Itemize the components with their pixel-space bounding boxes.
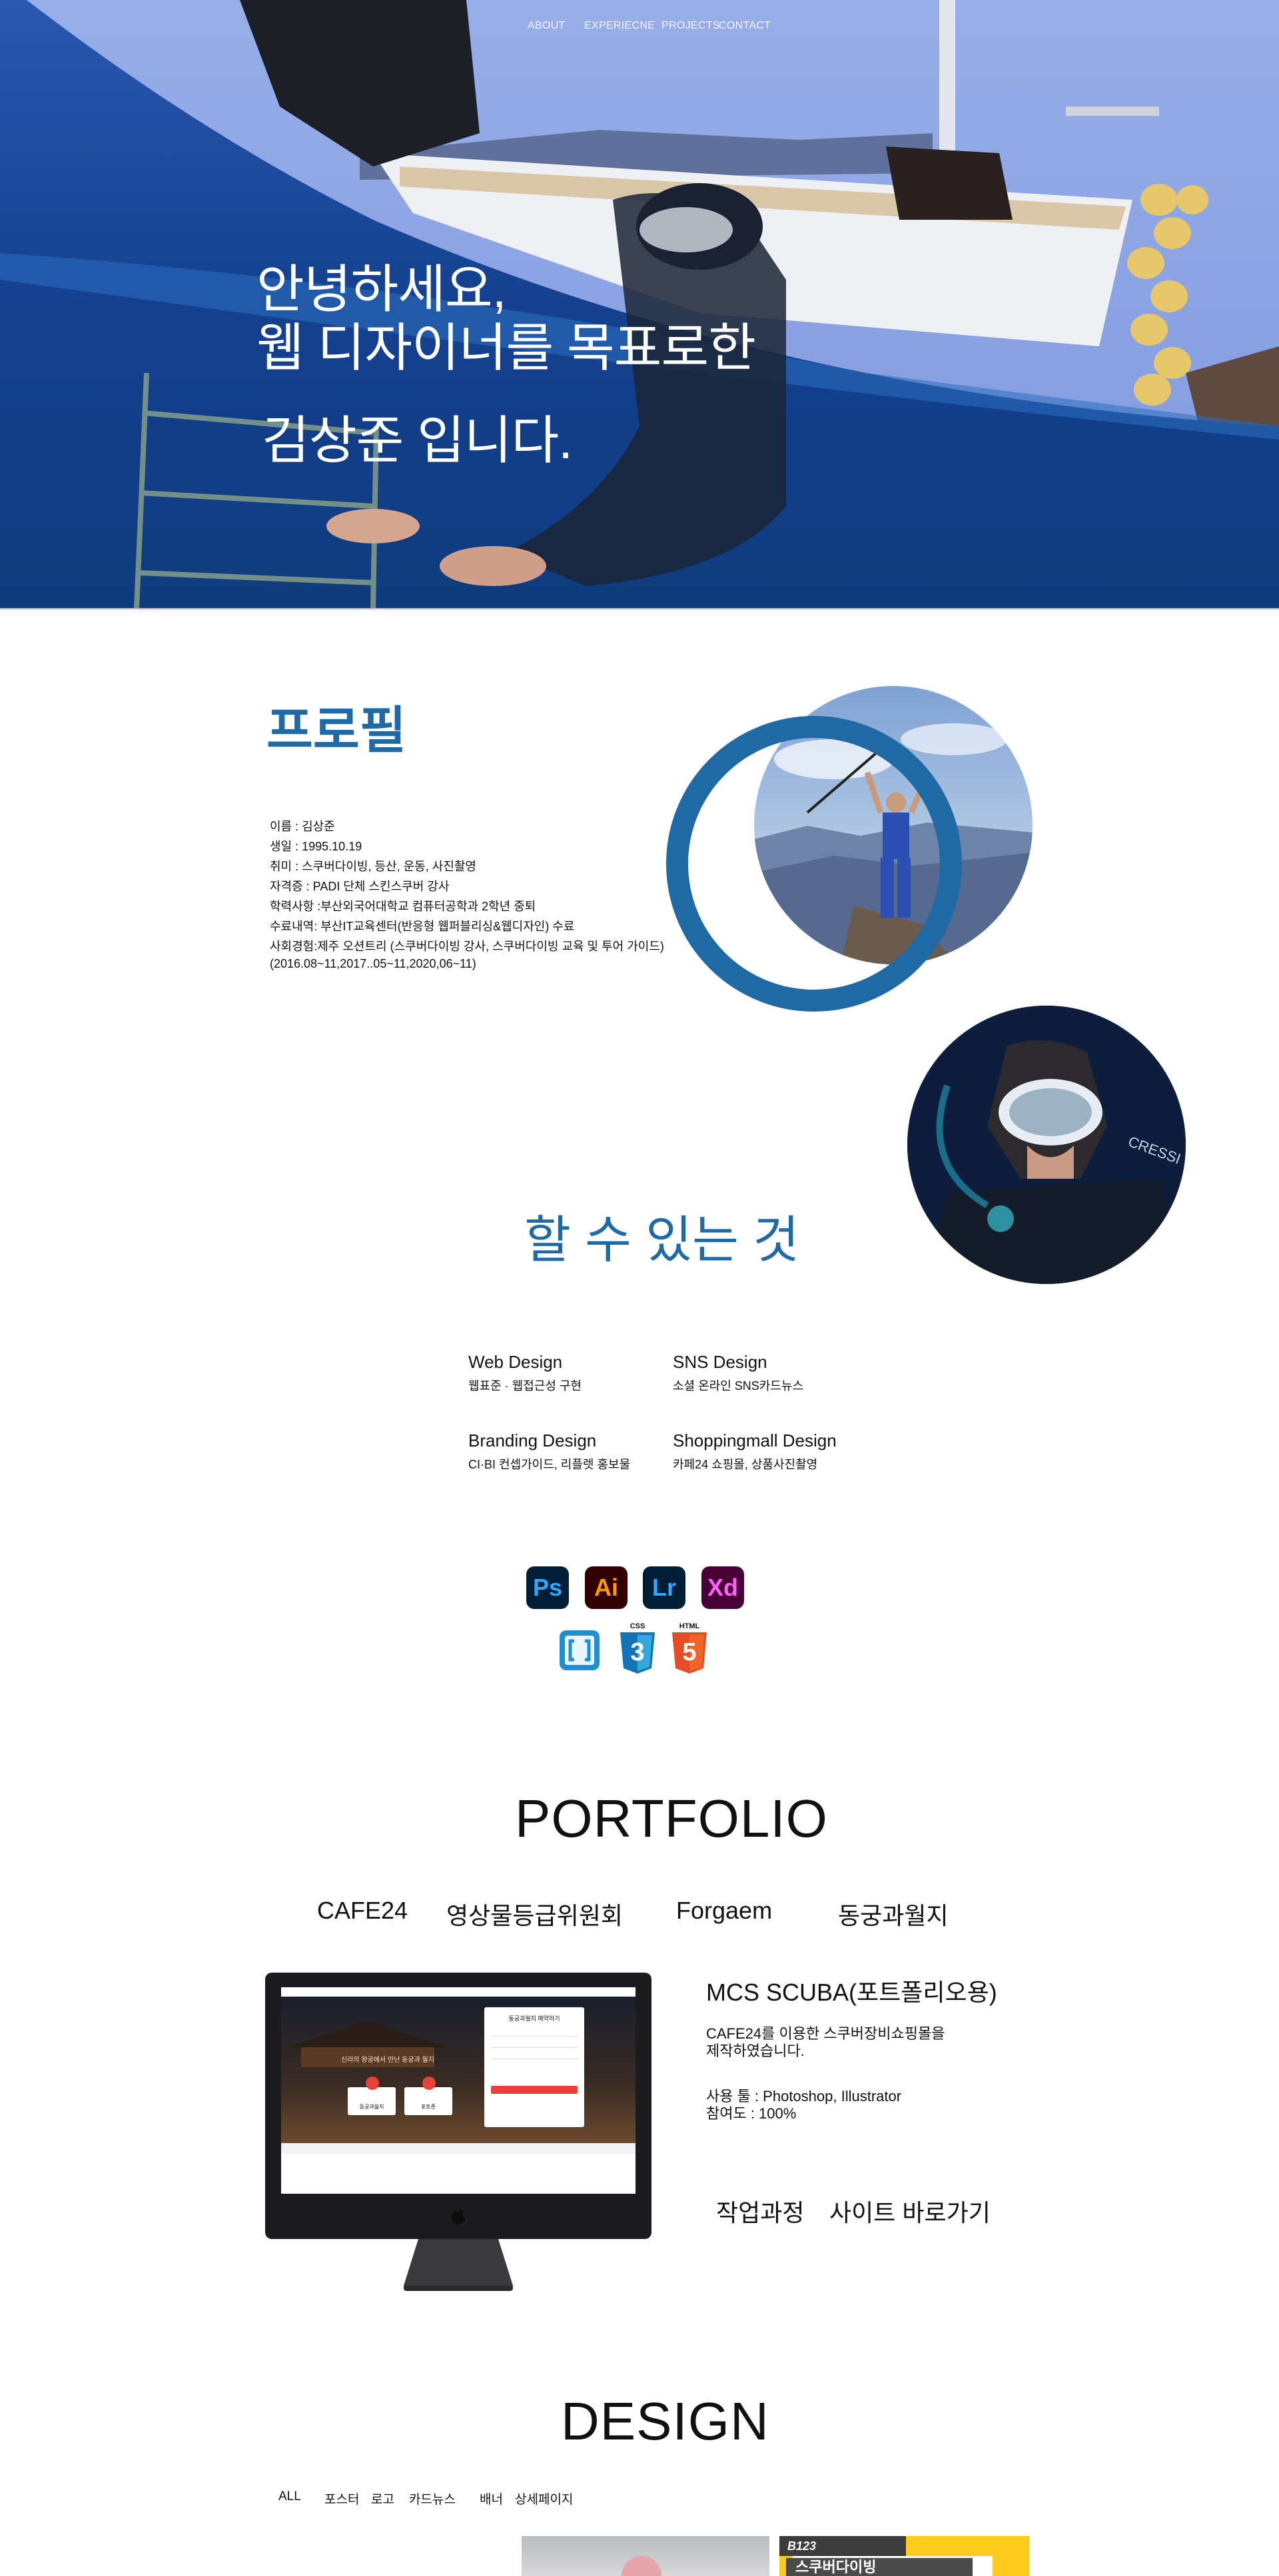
skill-sns-design-title: SNS Design: [673, 1352, 767, 1372]
profile-license: 자격증 : PADI 단체 스킨스쿠버 강사: [270, 880, 450, 893]
hero-divider: [0, 608, 1279, 609]
decorative-ring: [666, 716, 962, 1012]
mock-card-2: 포토존: [404, 2087, 452, 2115]
profile-education: 학력사항 :부산외국어대학교 컴퓨터공학과 2학년 중퇴: [270, 900, 536, 913]
html5-number: 5: [682, 1638, 697, 1666]
design-title: DESIGN: [561, 2392, 769, 2451]
portfolio-tab-cafe24[interactable]: CAFE24: [317, 1897, 408, 1925]
apple-logo-icon: [450, 2207, 467, 2226]
profile-diver-photo: CRESSI: [907, 1006, 1186, 1284]
profile-birthday: 생일 : 1995.10.19: [270, 840, 362, 853]
project-participation: 참여도 : 100%: [706, 2105, 797, 2122]
portfolio-site-preview[interactable]: 신라의 왕궁에서 만난 동궁과 월지 동궁과월지 포토존 동궁과월지 예약하기: [281, 1987, 636, 2194]
mock-reservation-form: 동궁과월지 예약하기: [484, 2007, 584, 2127]
mock-card-1: 동궁과월지: [348, 2087, 396, 2115]
monitor-stand: [404, 2239, 513, 2291]
nav-contact[interactable]: CONTACT: [719, 20, 771, 32]
brackets-icon: [558, 1629, 601, 1672]
skill-shoppingmall-title: Shoppingmall Design: [673, 1431, 837, 1450]
nav-about[interactable]: ABOUT: [528, 20, 566, 32]
skill-branding-desc: CI·BI 컨셉가이드, 리플렛 홍보물: [468, 1458, 631, 1471]
hero-underwater-photo: [0, 0, 1279, 609]
portfolio-tab-donggung[interactable]: 동궁과월지: [838, 1897, 949, 1931]
profile-title: 프로필: [266, 703, 406, 759]
css3-number: 3: [630, 1638, 645, 1666]
thumb-tag: B123: [787, 2539, 817, 2553]
css3-label: CSS: [630, 1622, 645, 1630]
profile-experience: 사회경험:제주 오션트리 (스쿠버다이빙 강사, 스쿠버다이빙 교육 및 투어 …: [270, 940, 664, 953]
portfolio-monitor-mockup: 신라의 왕궁에서 만난 동궁과 월지 동궁과월지 포토존 동궁과월지 예약하기: [265, 1973, 651, 2239]
design-thumbnail-2[interactable]: B123 스쿠버다이빙: [779, 2536, 1029, 2576]
project-title: MCS SCUBA(포트폴리오용): [706, 1979, 997, 2006]
skill-sns-design-desc: 소셜 온라인 SNS카드뉴스: [673, 1379, 804, 1393]
skill-shoppingmall-desc: 카페24 쇼핑몰, 상품사진촬영: [673, 1458, 818, 1471]
photoshop-icon: Ps: [526, 1566, 569, 1609]
portfolio-title: PORTFOLIO: [515, 1789, 828, 1848]
profile-hobby: 취미 : 스쿠버다이빙, 등산, 운동, 사진촬영: [270, 860, 476, 873]
skill-branding-title: Branding Design: [468, 1431, 597, 1450]
nav-experience[interactable]: EXPERIECNE: [584, 20, 655, 32]
mock-hero-text: 신라의 왕궁에서 만난 동궁과 월지: [341, 2057, 434, 2064]
skills-title: 할 수 있는 것: [524, 1212, 799, 1269]
portfolio-tab-rating-board[interactable]: 영상물등급위원회: [446, 1897, 623, 1931]
profile-training: 수료내역: 부산IT교육센터(반응형 웹퍼블리싱&웹디자인) 수료: [270, 920, 575, 933]
project-desc-line2: 제작하였습니다.: [706, 2043, 805, 2059]
design-tab-all[interactable]: ALL: [278, 2489, 301, 2504]
process-button[interactable]: 작업과정: [716, 2194, 804, 2228]
design-tab-cardnews[interactable]: 카드뉴스: [409, 2489, 456, 2507]
html5-icon: HTML 5: [668, 1622, 711, 1676]
portfolio-tab-forgaem[interactable]: Forgaem: [676, 1897, 772, 1925]
illustrator-icon: Ai: [585, 1566, 628, 1609]
visit-site-button[interactable]: 사이트 바로가기: [829, 2194, 991, 2228]
profile-experience-period: (2016.08~11,2017..05~11,2020,06~11): [270, 957, 476, 970]
skill-web-design-desc: 웹표준 · 웹접근성 구현: [468, 1379, 582, 1393]
design-thumbnail-1[interactable]: [522, 2536, 769, 2576]
hero-subtitle: 웹 디자이너를 목표로한: [256, 318, 756, 377]
design-tab-detail-page[interactable]: 상세페이지: [515, 2489, 573, 2507]
html5-label: HTML: [679, 1622, 700, 1630]
css3-icon: CSS 3: [616, 1622, 659, 1676]
hero-section: ABOUT EXPERIECNE PROJECTS CONTACT 안녕하세요,…: [0, 0, 1279, 609]
profile-name: 이름 : 김상준: [270, 820, 335, 833]
hero-greeting: 안녕하세요,: [256, 260, 506, 318]
skill-web-design-title: Web Design: [468, 1352, 563, 1372]
design-tab-logo[interactable]: 로고: [371, 2489, 394, 2507]
xd-icon: Xd: [701, 1566, 744, 1609]
design-tab-banner[interactable]: 배너: [480, 2489, 503, 2507]
thumb-title: 스쿠버다이빙: [786, 2558, 973, 2576]
nav-projects[interactable]: PROJECTS: [661, 20, 720, 32]
design-tab-poster[interactable]: 포스터: [324, 2489, 359, 2507]
mock-form-title: 동궁과월지 예약하기: [508, 2015, 560, 2022]
lightroom-icon: Lr: [643, 1566, 685, 1609]
hero-name: 김상준 입니다.: [262, 411, 573, 470]
